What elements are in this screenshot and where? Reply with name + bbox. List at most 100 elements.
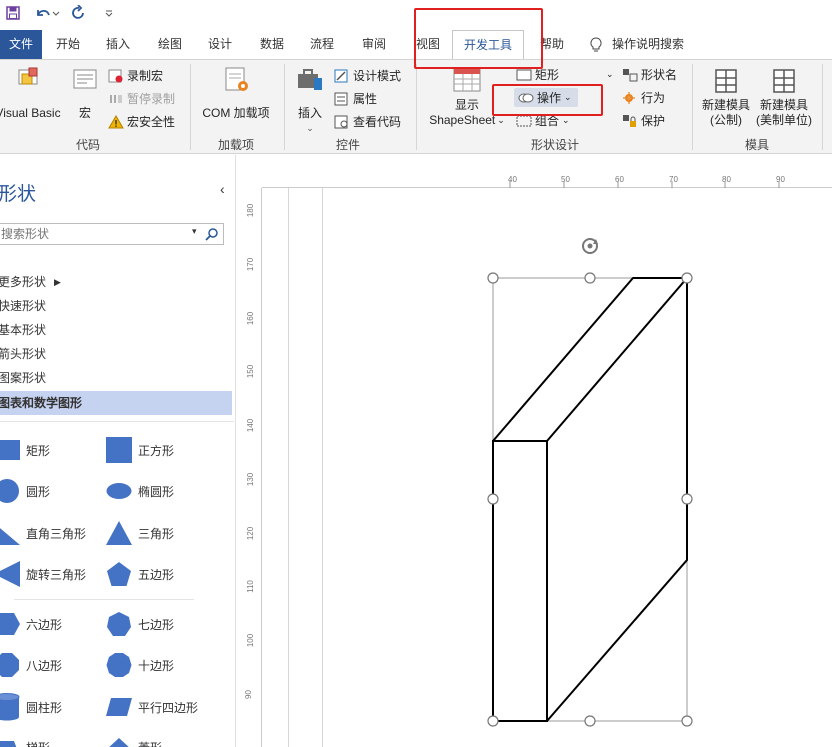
stencil-arrow-shapes[interactable]: 箭头形状: [0, 342, 232, 366]
undo-icon[interactable]: [32, 4, 62, 22]
tell-me-search[interactable]: 操作说明搜索: [590, 30, 700, 59]
ellipse-shape-icon: [106, 478, 132, 504]
selection-frame: [492, 277, 688, 722]
stencil-basic-shapes[interactable]: 基本形状: [0, 318, 232, 342]
ruler-label: 140: [246, 418, 256, 433]
tab-review[interactable]: 审阅: [352, 30, 396, 59]
chevron-down-icon: ⌄: [564, 92, 572, 102]
com-addins-button[interactable]: COM 加载项: [196, 66, 276, 121]
resize-handle[interactable]: [681, 272, 693, 284]
shape-triangle[interactable]: 三角形: [106, 519, 174, 547]
resize-handle[interactable]: [487, 493, 499, 505]
horizontal-ruler: 40 50 60 70 80 90: [262, 171, 832, 188]
collapse-pane-icon[interactable]: ‹: [220, 181, 225, 197]
stencil-quick-shapes[interactable]: 快速形状: [0, 294, 232, 318]
separator: [190, 64, 191, 150]
ribbon-tabs: 文件 开始 插入 绘图 设计 数据 流程 审阅 视图 开发工具 帮助 操作说明搜…: [0, 30, 832, 60]
stencil-grid-icon: [773, 69, 795, 93]
search-shapes-input[interactable]: [0, 224, 189, 244]
visual-basic-button[interactable]: Visual Basic: [0, 66, 64, 121]
shape-heptagon[interactable]: 七边形: [106, 610, 174, 638]
chevron-down-icon: ⌄: [306, 123, 314, 133]
stencil-pattern-shapes[interactable]: 图案形状: [0, 366, 232, 390]
group-button[interactable]: 组合 ⌄: [516, 112, 570, 129]
design-mode-button[interactable]: 设计模式: [334, 67, 401, 84]
shapesheet-icon: [453, 68, 481, 92]
shape-hexagon[interactable]: 六边形: [0, 610, 62, 638]
page-guide-line: [322, 188, 323, 747]
ruler-label: 90: [243, 690, 253, 699]
pause-icon: [110, 94, 122, 103]
shapes-pane: 形状 ‹ ▾ 更多形状 ▶ 快速形状 基本形状 箭头形状 图案形状 图表和数学图…: [0, 155, 236, 747]
operation-button[interactable]: 操作 ⌄: [514, 88, 578, 107]
shape-rotated-triangle[interactable]: 旋转三角形: [0, 560, 86, 588]
new-stencil-metric-button[interactable]: 新建模具 (公制): [698, 68, 754, 128]
rectangle-button[interactable]: 矩形 ⌄: [516, 66, 614, 83]
ruler-ticks: [509, 181, 780, 188]
quick-access-toolbar: [0, 0, 832, 30]
square-shape-icon: [106, 437, 132, 463]
tab-file[interactable]: 文件: [0, 30, 42, 59]
shape-cylinder[interactable]: 圆柱形: [0, 693, 62, 721]
chevron-down-icon: ⌄: [606, 69, 614, 79]
trapezoid-shape-icon: [0, 734, 20, 747]
tab-design[interactable]: 设计: [200, 30, 240, 59]
selected-3d-box-shape[interactable]: [480, 230, 700, 735]
pause-recording-button[interactable]: 暂停录制: [108, 90, 175, 107]
tab-developer[interactable]: 开发工具: [452, 30, 524, 60]
shape-ellipse[interactable]: 椭圆形: [106, 477, 174, 505]
shape-octagon[interactable]: 八边形: [0, 651, 62, 679]
tab-draw[interactable]: 绘图: [150, 30, 190, 59]
tell-me-label: 操作说明搜索: [612, 37, 685, 51]
shape-pentagon[interactable]: 五边形: [106, 560, 174, 588]
shape-parallelogram[interactable]: 平行四边形: [106, 693, 198, 721]
shape-circle[interactable]: 圆形: [0, 477, 50, 505]
dropdown-icon[interactable]: ▾: [192, 226, 197, 237]
behavior-button[interactable]: 行为: [622, 89, 665, 106]
tab-insert[interactable]: 插入: [98, 30, 138, 59]
stencil-more-shapes[interactable]: 更多形状 ▶: [0, 270, 232, 294]
ruler-label: 130: [246, 472, 256, 487]
shape-name-button[interactable]: 形状名: [622, 66, 677, 83]
properties-button[interactable]: 属性: [334, 90, 377, 107]
resize-handle[interactable]: [487, 272, 499, 284]
rotated-triangle-shape-icon: [0, 561, 20, 587]
search-shapes-box: ▾: [0, 223, 224, 245]
ruler-label: 120: [246, 526, 256, 541]
resize-handle[interactable]: [681, 493, 693, 505]
tab-data[interactable]: 数据: [252, 30, 292, 59]
shape-square[interactable]: 正方形: [106, 436, 174, 464]
customize-icon[interactable]: [102, 4, 116, 22]
tab-home[interactable]: 开始: [48, 30, 88, 59]
insert-control-button[interactable]: 插入 ⌄: [292, 66, 328, 136]
search-icon[interactable]: [205, 227, 219, 241]
resize-handle[interactable]: [584, 272, 596, 284]
save-icon[interactable]: [4, 4, 22, 22]
resize-handle[interactable]: [584, 715, 596, 727]
stencil-charts-math[interactable]: 图表和数学图形: [0, 391, 232, 415]
macro-security-button[interactable]: 宏安全性: [108, 113, 175, 130]
shape-decagon[interactable]: 十边形: [106, 651, 174, 679]
tab-view[interactable]: 视图: [410, 30, 446, 59]
new-stencil-us-button[interactable]: 新建模具 (美制单位): [754, 68, 814, 128]
resize-handle[interactable]: [681, 715, 693, 727]
circle-shape-icon: [0, 478, 20, 504]
resize-handle[interactable]: [487, 715, 499, 727]
protect-button[interactable]: 保护: [622, 112, 665, 129]
show-shapesheet-button[interactable]: 显示 ShapeSheet ⌄: [426, 68, 508, 128]
redo-icon[interactable]: [70, 4, 88, 22]
visual-basic-icon: [18, 67, 38, 85]
divider: [0, 421, 234, 422]
shape-trapezoid[interactable]: 梯形: [0, 733, 50, 747]
tab-process[interactable]: 流程: [302, 30, 342, 59]
separator: [416, 64, 417, 150]
tab-help[interactable]: 帮助: [532, 30, 572, 59]
macros-button[interactable]: 宏: [68, 66, 102, 121]
record-macro-button[interactable]: 录制宏: [108, 67, 163, 84]
shape-right-triangle[interactable]: 直角三角形: [0, 519, 86, 547]
hexagon-shape-icon: [0, 611, 20, 637]
rotation-handle-icon[interactable]: [582, 238, 598, 254]
view-code-button[interactable]: 查看代码: [334, 113, 401, 130]
shape-diamond[interactable]: 菱形: [106, 733, 162, 747]
shape-rectangle[interactable]: 矩形: [0, 436, 50, 464]
